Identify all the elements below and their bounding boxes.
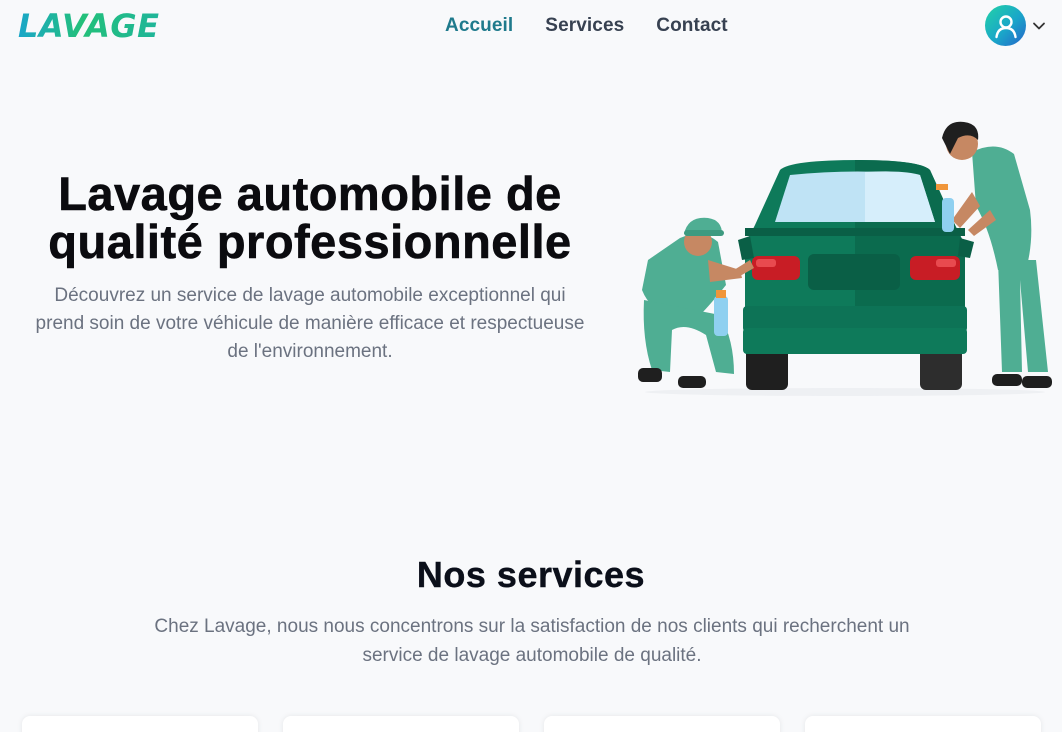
- site-header: LAVAGE Accueil Services Contact: [0, 0, 1062, 54]
- hero-subtitle: Découvrez un service de lavage automobil…: [35, 285, 585, 362]
- service-card[interactable]: [805, 716, 1041, 732]
- service-card[interactable]: [544, 716, 780, 732]
- lavage-logo[interactable]: LAVAGE: [16, 8, 196, 42]
- services-title: Nos services: [416, 554, 646, 595]
- hero-title: Lavage automobile de qualité professionn…: [48, 167, 572, 268]
- main-nav: Accueil Services Contact: [445, 15, 728, 37]
- nav-link-contact[interactable]: Contact: [656, 15, 727, 37]
- user-menu-button[interactable]: [985, 5, 1046, 46]
- nav-link-accueil[interactable]: Accueil: [445, 15, 513, 37]
- car-wash-illustration: [638, 121, 1052, 396]
- chevron-down-icon[interactable]: [1032, 19, 1046, 33]
- service-card[interactable]: [22, 716, 258, 732]
- service-card[interactable]: [283, 716, 519, 732]
- svg-text:LAVAGE: LAVAGE: [18, 8, 159, 42]
- services-subtitle: Chez Lavage, nous nous concentrons sur l…: [154, 616, 910, 666]
- nav-link-services[interactable]: Services: [545, 15, 624, 37]
- user-avatar-icon[interactable]: [985, 5, 1026, 46]
